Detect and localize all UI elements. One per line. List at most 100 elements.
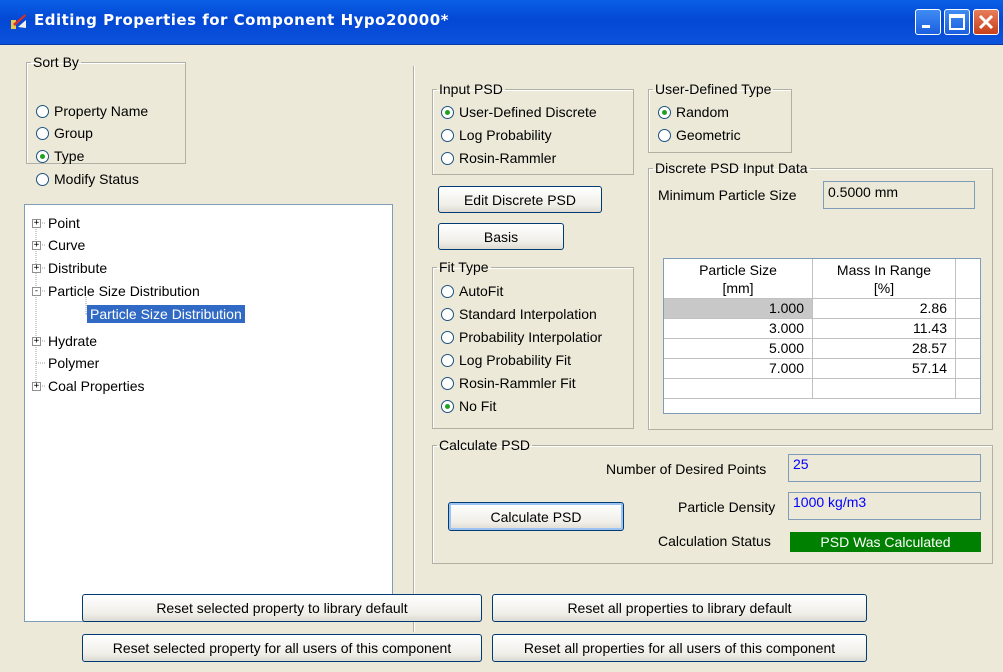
sort-type-radio[interactable]: Type <box>36 146 84 166</box>
radio-label: User-Defined Discrete <box>459 104 597 120</box>
table-filler <box>956 319 980 339</box>
fit-rosin-rammler-radio[interactable]: Rosin-Rammler Fit <box>441 373 576 393</box>
radio-label: Type <box>54 148 85 164</box>
table-cell-empty[interactable] <box>813 379 956 399</box>
close-button[interactable] <box>973 9 999 35</box>
tree-item-particle-size-distribution[interactable]: Particle Size Distribution <box>48 281 200 301</box>
tree-item-label-selected: Particle Size Distribution <box>87 305 245 323</box>
tree-item-point[interactable]: Point <box>48 213 80 233</box>
expand-icon[interactable]: + <box>32 337 41 346</box>
reset-selected-default-button[interactable]: Reset selected property to library defau… <box>82 594 482 622</box>
app-icon <box>11 14 26 29</box>
table-cell[interactable]: 3.000 <box>664 319 813 339</box>
input-user-defined-discrete-radio[interactable]: User-Defined Discrete <box>441 102 597 122</box>
radio-label: Rosin-Rammler <box>459 150 557 166</box>
tree-item-polymer[interactable]: Polymer <box>48 353 99 373</box>
tree-item-curve[interactable]: Curve <box>48 235 85 255</box>
radio-indicator-selected <box>658 105 671 119</box>
radio-label: Modify Status <box>54 171 139 187</box>
expand-icon[interactable]: + <box>32 219 41 228</box>
header-unit: [%] <box>873 280 895 296</box>
fit-standard-interpolation-radio[interactable]: Standard Interpolation <box>441 304 597 324</box>
radio-label: AutoFit <box>459 283 504 299</box>
radio-label: Property Name <box>54 103 149 119</box>
table-filler <box>956 339 980 359</box>
table-filler <box>956 299 980 319</box>
input-log-probability-radio[interactable]: Log Probability <box>441 125 552 145</box>
table-cell[interactable]: 11.43 <box>813 319 956 339</box>
radio-label: Probability Interpolatior <box>459 329 603 345</box>
discrete-psd-input-legend: Discrete PSD Input Data <box>655 160 808 176</box>
input-rosin-rammler-radio[interactable]: Rosin-Rammler <box>441 148 556 168</box>
table-header-mass-in-range: Mass In Range [%] <box>813 259 956 299</box>
properties-window: Editing Properties for Component Hypo200… <box>0 0 1003 672</box>
discrete-psd-table[interactable]: Particle Size [mm] Mass In Range [%] 1.0… <box>663 258 981 414</box>
radio-label: Random <box>676 104 729 120</box>
radio-indicator <box>36 172 49 186</box>
sort-modify-status-radio[interactable]: Modify Status <box>36 169 139 189</box>
sort-by-legend: Sort By <box>33 54 79 70</box>
title-bar[interactable]: Editing Properties for Component Hypo200… <box>0 0 1003 45</box>
sort-property-name-radio[interactable]: Property Name <box>36 101 148 121</box>
radio-indicator-selected <box>441 105 454 119</box>
tree-item-label: Hydrate <box>48 333 98 349</box>
radio-indicator <box>441 330 454 344</box>
desired-points-field[interactable]: 25 <box>788 454 981 482</box>
header-unit: [mm] <box>722 280 754 296</box>
radio-label: Log Probability Fit <box>459 352 572 368</box>
fit-log-probability-radio[interactable]: Log Probability Fit <box>441 350 571 370</box>
radio-indicator <box>441 284 454 298</box>
radio-label: Group <box>54 125 93 141</box>
collapse-icon[interactable]: - <box>32 287 41 296</box>
maximize-button[interactable] <box>944 9 970 35</box>
calculate-psd-button[interactable]: Calculate PSD <box>448 502 624 531</box>
table-cell[interactable]: 57.14 <box>813 359 956 379</box>
tree-item-label: Point <box>48 215 80 231</box>
tree-item-label: Polymer <box>48 355 100 371</box>
reset-all-users-button[interactable]: Reset all properties for all users of th… <box>492 634 867 662</box>
tree-item-coal-properties[interactable]: Coal Properties <box>48 376 145 396</box>
min-particle-size-field[interactable]: 0.5000 mm <box>823 181 975 209</box>
tree-item-hydrate[interactable]: Hydrate <box>48 331 97 351</box>
fit-probability-interpolation-radio[interactable]: Probability Interpolatior <box>441 327 602 347</box>
fit-autofit-radio[interactable]: AutoFit <box>441 281 503 301</box>
table-cell[interactable]: 1.000 <box>664 299 813 319</box>
tree-item-distribute[interactable]: Distribute <box>48 258 107 278</box>
radio-indicator-selected <box>36 149 49 163</box>
expand-icon[interactable]: + <box>32 382 41 391</box>
tree-item-label: Coal Properties <box>48 378 145 394</box>
table-header-filler <box>956 259 980 299</box>
panel-divider <box>413 66 415 632</box>
table-cell-empty[interactable] <box>664 379 813 399</box>
calculation-status-badge: PSD Was Calculated <box>790 532 981 552</box>
radio-indicator <box>441 307 454 321</box>
reset-all-default-button[interactable]: Reset all properties to library default <box>492 594 867 622</box>
type-random-radio[interactable]: Random <box>658 102 729 122</box>
table-cell[interactable]: 5.000 <box>664 339 813 359</box>
fit-no-fit-radio[interactable]: No Fit <box>441 396 496 416</box>
table-cell[interactable]: 28.57 <box>813 339 956 359</box>
expand-icon[interactable]: + <box>32 241 41 250</box>
table-cell[interactable]: 7.000 <box>664 359 813 379</box>
reset-selected-users-button[interactable]: Reset selected property for all users of… <box>82 634 482 662</box>
table-filler <box>956 379 980 399</box>
edit-discrete-psd-button[interactable]: Edit Discrete PSD <box>438 186 602 213</box>
radio-label: No Fit <box>459 398 497 414</box>
radio-indicator <box>36 104 49 118</box>
radio-label: Standard Interpolation <box>459 306 597 322</box>
window-title: Editing Properties for Component Hypo200… <box>34 11 449 29</box>
basis-button[interactable]: Basis <box>438 223 564 250</box>
fit-type-legend: Fit Type <box>439 259 489 275</box>
expand-icon[interactable]: + <box>32 264 41 273</box>
tree-item-particle-size-distribution-child[interactable]: Particle Size Distribution <box>87 304 245 324</box>
user-defined-type-legend: User-Defined Type <box>655 81 772 97</box>
particle-density-field[interactable]: 1000 kg/m3 <box>788 492 981 520</box>
table-cell[interactable]: 2.86 <box>813 299 956 319</box>
type-geometric-radio[interactable]: Geometric <box>658 125 741 145</box>
sort-group-radio[interactable]: Group <box>36 123 93 143</box>
property-tree[interactable]: + Point + Curve + Distribute - Particle … <box>24 204 393 622</box>
input-psd-legend: Input PSD <box>439 81 503 97</box>
minimize-button[interactable] <box>915 9 941 35</box>
table-header-particle-size: Particle Size [mm] <box>664 259 813 299</box>
radio-indicator <box>658 128 671 142</box>
